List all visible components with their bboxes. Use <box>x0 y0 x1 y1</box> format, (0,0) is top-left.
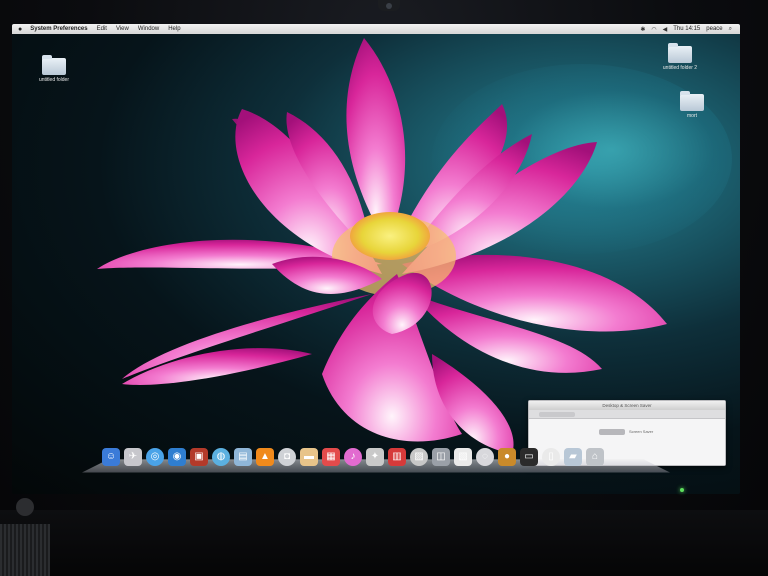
terminal-icon[interactable]: ▭ <box>520 448 538 466</box>
itunes-icon[interactable]: ♪ <box>344 448 362 466</box>
folder-label: mort <box>687 113 697 119</box>
address-book-icon[interactable]: ▥ <box>388 448 406 466</box>
document-icon[interactable]: ▧ <box>454 448 472 466</box>
window-title[interactable]: Desktop & Screen Saver <box>529 401 725 410</box>
folder-icon <box>668 43 692 63</box>
menu-extras: ✱ ◠ ◀ Thu 14:15 peace ⌕ <box>640 26 732 33</box>
folder-icon <box>42 55 66 75</box>
trash-icon[interactable]: ⌂ <box>586 448 604 466</box>
rocket-icon[interactable]: ✦ <box>366 448 384 466</box>
spotlight-icon[interactable]: ⌕ <box>729 26 732 33</box>
photo-booth-icon[interactable]: ▣ <box>190 448 208 466</box>
screen-saver-tab[interactable]: Screen Saver <box>629 429 653 434</box>
menu-user[interactable]: peace <box>706 26 722 32</box>
apple-menu-icon[interactable]: ● <box>18 26 22 33</box>
desk-knob <box>16 498 34 516</box>
desktop-tab[interactable] <box>599 429 625 435</box>
desktop: ● System Preferences Edit View Window He… <box>12 24 740 494</box>
desktop-folder-mort[interactable]: mort <box>666 91 718 119</box>
dock: ☺ ✈ ◎ ◉ ▣ ◍ ▤ ▲ ◘ ▬ ▦ ♪ ✦ ▥ ▨ ◫ ▧ ◌ ● ▭ ▯ ▰ ⌂ <box>100 442 652 466</box>
power-indicator-icon <box>680 488 684 492</box>
launchpad-icon[interactable]: ✈ <box>124 448 142 466</box>
notes-icon[interactable]: ▬ <box>300 448 318 466</box>
monitor-base <box>0 510 768 576</box>
folder-icon[interactable]: ▰ <box>564 448 582 466</box>
preferences-icon[interactable]: ◫ <box>432 448 450 466</box>
volume-icon[interactable]: ◀ <box>663 26 668 33</box>
desktop-folder-untitled[interactable]: untitled folder <box>28 55 80 83</box>
photos-icon[interactable]: ▨ <box>410 448 428 466</box>
safari-icon[interactable]: ◎ <box>146 448 164 466</box>
network-icon[interactable]: ◍ <box>212 448 230 466</box>
speaker-grille <box>0 524 50 576</box>
folder-label: untitled folder 2 <box>662 65 698 71</box>
wifi-icon[interactable]: ◠ <box>651 26 656 33</box>
menu-bar: ● System Preferences Edit View Window He… <box>12 24 740 34</box>
camera-icon[interactable]: ◘ <box>278 448 296 466</box>
menu-view[interactable]: View <box>116 26 129 32</box>
finder-icon[interactable]: ☺ <box>102 448 120 466</box>
folder-label: untitled folder <box>38 77 70 83</box>
coin-icon[interactable]: ● <box>498 448 516 466</box>
bluetooth-icon[interactable]: ✱ <box>640 26 645 33</box>
webcam <box>378 0 400 11</box>
globe-icon[interactable]: ◉ <box>168 448 186 466</box>
menu-clock[interactable]: Thu 14:15 <box>673 26 700 32</box>
menu-app-name[interactable]: System Preferences <box>30 26 87 32</box>
desktop-folder-untitled-2[interactable]: untitled folder 2 <box>654 43 706 71</box>
window-toolbar <box>529 410 725 419</box>
nav-buttons[interactable] <box>539 412 575 417</box>
disk-utility-icon[interactable]: ◌ <box>476 448 494 466</box>
menu-window[interactable]: Window <box>138 26 159 32</box>
window-thumb-icon[interactable]: ▯ <box>542 448 560 466</box>
folder-icon <box>680 91 704 111</box>
menu-help[interactable]: Help <box>168 26 180 32</box>
menu-edit[interactable]: Edit <box>97 26 107 32</box>
preview-icon[interactable]: ▤ <box>234 448 252 466</box>
monitor: ● System Preferences Edit View Window He… <box>0 0 768 576</box>
calendar-icon[interactable]: ▦ <box>322 448 340 466</box>
vlc-icon[interactable]: ▲ <box>256 448 274 466</box>
